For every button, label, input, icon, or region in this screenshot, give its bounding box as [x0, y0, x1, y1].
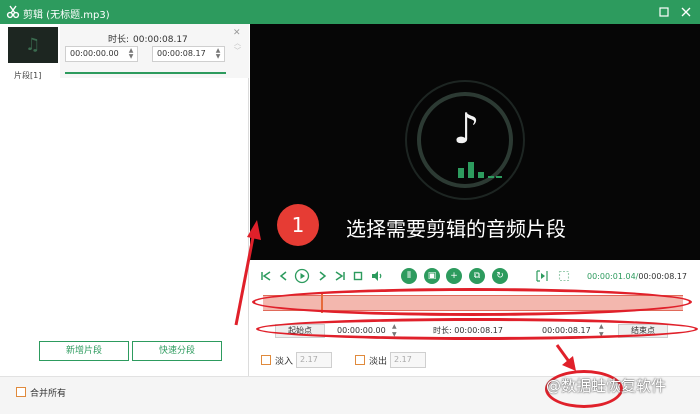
- timeline-highlight: [252, 288, 692, 316]
- annotation-arrows: [234, 220, 576, 371]
- watermark: @数据蛙恢复软件: [546, 377, 667, 395]
- editor-window: 剪辑 (无标题.mp3) ♫ 片段[1] 时长: 00:00:08.17 00:0…: [0, 0, 700, 414]
- trim-fields-highlight: [256, 318, 698, 340]
